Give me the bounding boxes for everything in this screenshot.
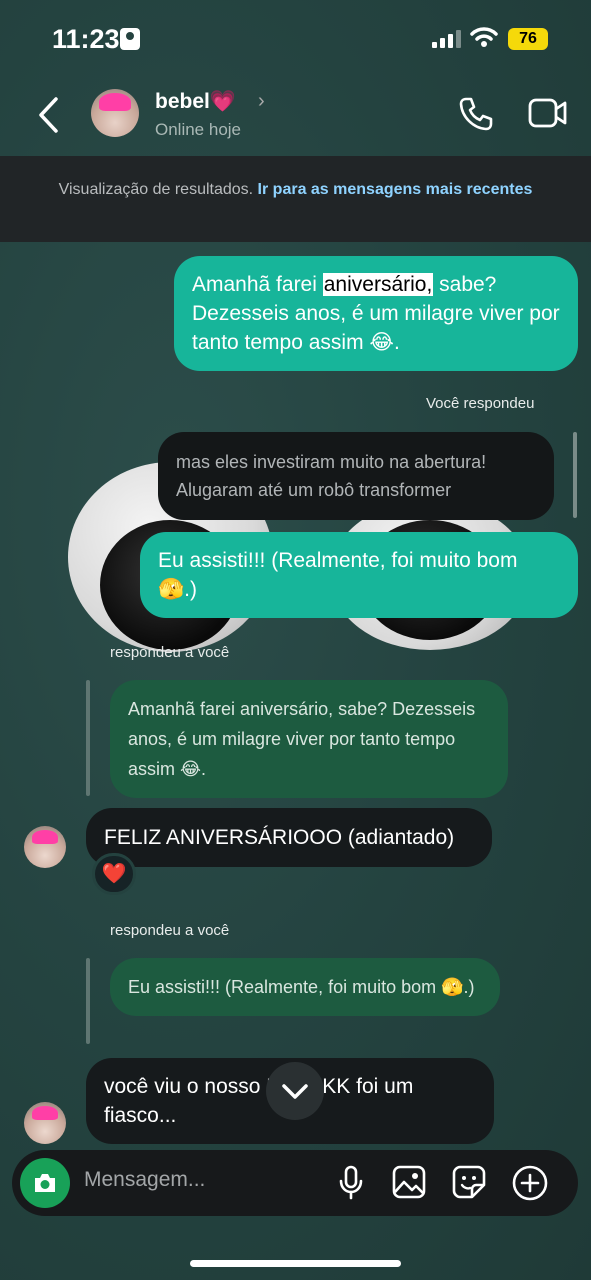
wifi-icon [470, 27, 498, 47]
search-results-notice: Visualização de resultados. Ir para as m… [0, 156, 591, 242]
reply-quote-bar [86, 680, 90, 796]
quoted-message[interactable]: mas eles investiram muito na abertura! A… [158, 432, 554, 520]
message-input[interactable] [84, 1168, 314, 1192]
message-composer [12, 1150, 578, 1216]
go-to-recent-link[interactable]: Ir para as mensagens mais recentes [258, 181, 533, 198]
contact-avatar-small[interactable] [24, 826, 66, 868]
scroll-to-bottom-button[interactable] [266, 1062, 324, 1120]
search-highlight: aniversário, [322, 273, 434, 296]
signal-icon [432, 30, 461, 48]
video-call-icon[interactable] [528, 96, 568, 130]
chat-header: bebel💗 › Online hoje [0, 78, 591, 156]
sent-message[interactable]: Eu assisti!!! (Realmente, foi muito bom … [140, 532, 578, 618]
contact-status: Online hoje [155, 120, 242, 139]
sent-message[interactable]: Amanhã farei aniversário, sabe? Dezessei… [174, 256, 578, 371]
message-text: Amanhã farei [192, 273, 323, 296]
quoted-message[interactable]: Eu assisti!!! (Realmente, foi muito bom … [110, 958, 500, 1016]
home-indicator[interactable] [190, 1260, 401, 1267]
status-time: 11:23 [52, 24, 120, 54]
status-bar: 11:23 76 [0, 0, 591, 78]
contact-name[interactable]: bebel💗 [155, 90, 236, 114]
contact-avatar-small[interactable] [24, 1102, 66, 1144]
sticker-icon[interactable] [452, 1165, 486, 1199]
reply-label: Você respondeu [426, 395, 535, 412]
back-arrow-icon[interactable] [36, 96, 60, 134]
contact-avatar[interactable] [91, 89, 139, 137]
battery-indicator: 76 [508, 28, 548, 50]
notice-text: Visualização de resultados. [58, 181, 258, 198]
microphone-icon[interactable] [338, 1165, 364, 1201]
reply-quote-bar [86, 958, 90, 1044]
chevron-right-icon[interactable]: › [258, 90, 265, 113]
heart-reaction-icon[interactable]: ❤️ [92, 853, 136, 895]
camera-icon [35, 1174, 55, 1192]
scrollbar[interactable] [573, 432, 577, 518]
phone-call-icon[interactable] [458, 96, 494, 132]
quoted-message[interactable]: Amanhã farei aniversário, sabe? Dezessei… [110, 680, 508, 798]
received-message[interactable]: FELIZ ANIVERSÁRIOOO (adiantado) [86, 808, 492, 867]
reply-label: respondeu a você [110, 922, 230, 939]
camera-button[interactable] [20, 1158, 70, 1208]
gallery-icon[interactable] [392, 1165, 426, 1199]
chevron-down-icon [282, 1084, 308, 1099]
id-card-icon [120, 28, 140, 50]
add-plus-icon[interactable] [512, 1165, 548, 1201]
reply-label: respondeu a você [110, 644, 230, 661]
